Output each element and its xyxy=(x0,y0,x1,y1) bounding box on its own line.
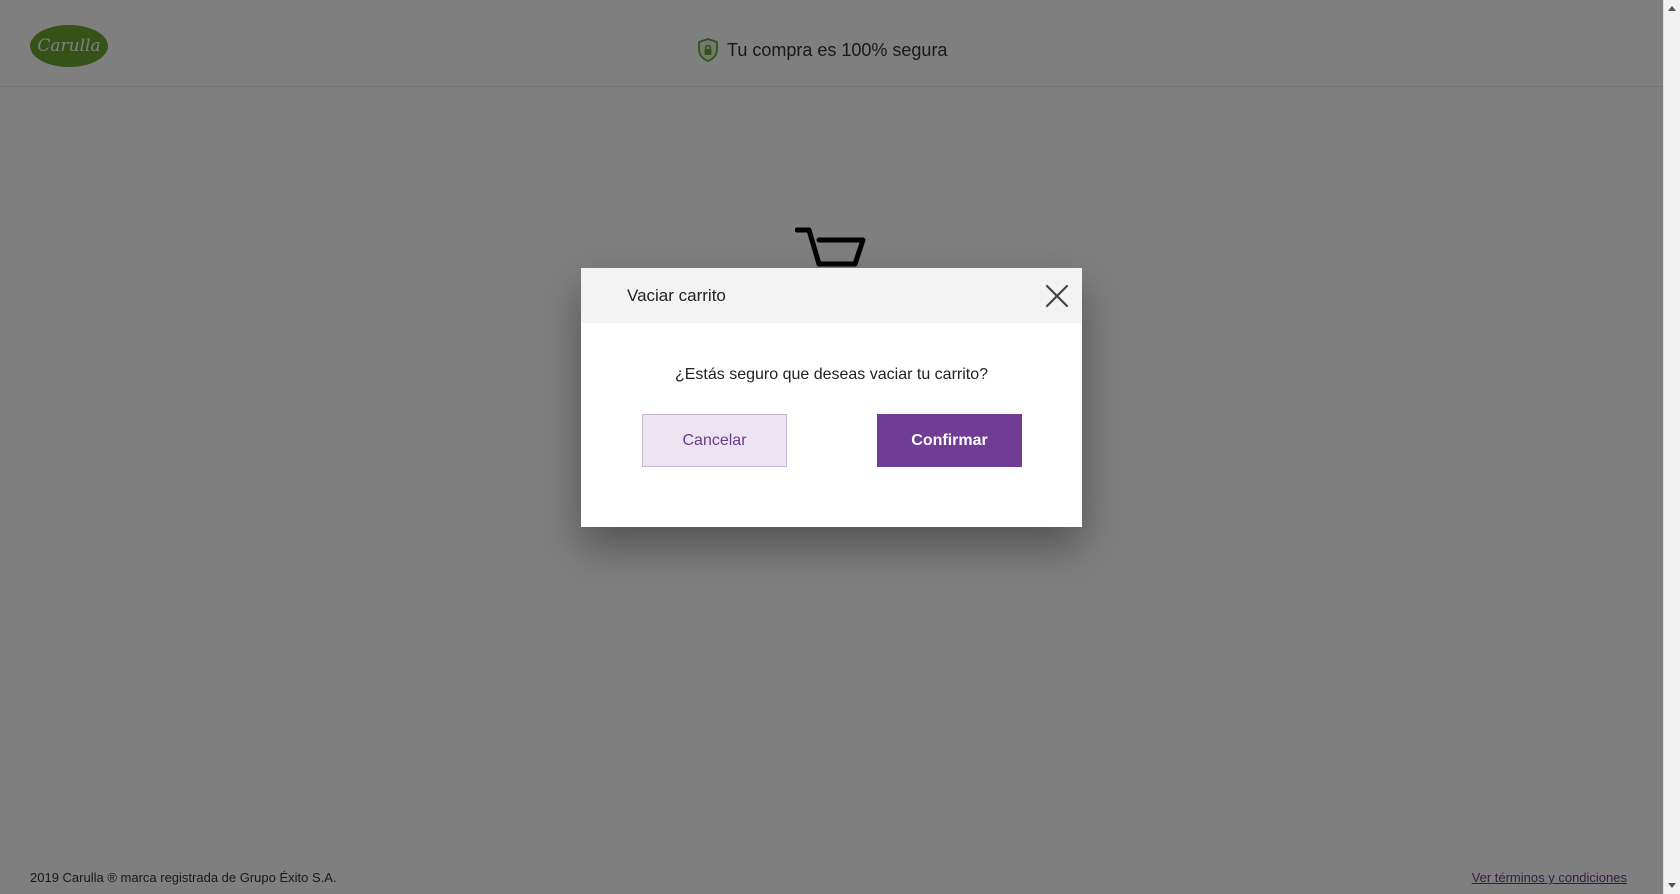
vertical-scrollbar[interactable] xyxy=(1663,0,1680,894)
cancel-button[interactable]: Cancelar xyxy=(642,414,787,467)
dialog-title: Vaciar carrito xyxy=(627,286,726,305)
scroll-down-icon[interactable] xyxy=(1668,883,1676,888)
scroll-up-icon[interactable] xyxy=(1668,6,1676,11)
dialog-question: ¿Estás seguro que deseas vaciar tu carri… xyxy=(674,366,989,383)
dialog-header: Vaciar carrito xyxy=(581,268,1082,323)
close-icon[interactable] xyxy=(1044,283,1070,309)
confirm-button[interactable]: Confirmar xyxy=(877,414,1022,467)
empty-cart-dialog: Vaciar carrito ¿Estás seguro que deseas … xyxy=(581,268,1082,527)
